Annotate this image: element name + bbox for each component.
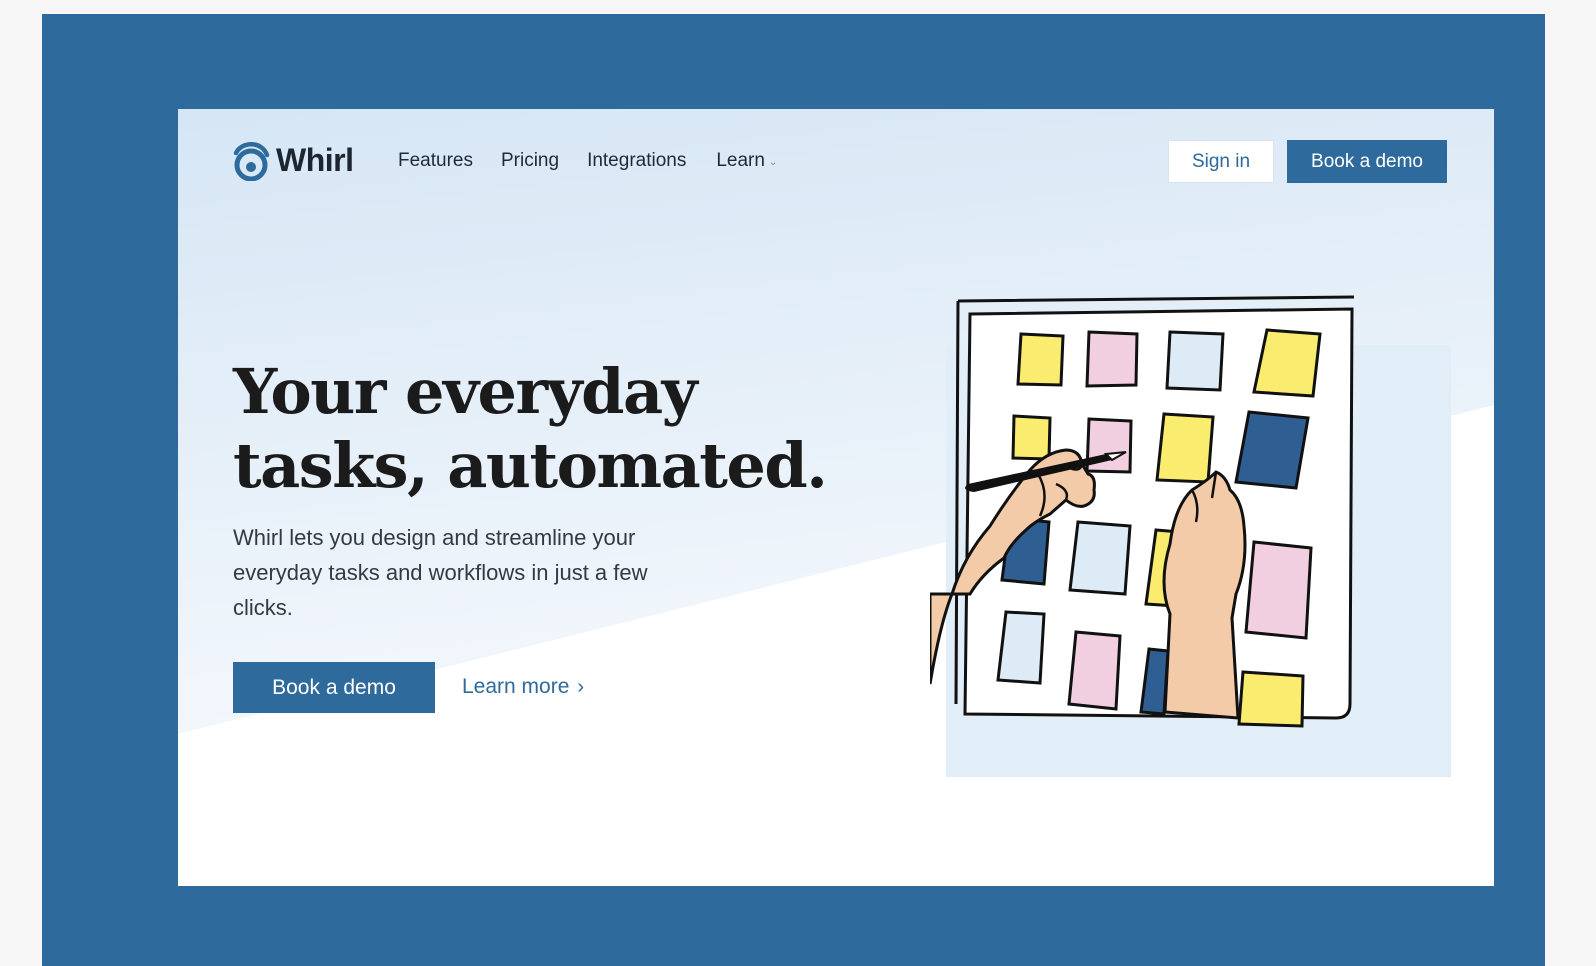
- headline-line-1: Your everyday: [233, 355, 698, 428]
- nav-link-learn[interactable]: Learn ⌄: [716, 150, 777, 172]
- landing-page: Whirl Features Pricing Integrations Lear…: [178, 109, 1494, 886]
- brand-name: Whirl: [276, 141, 354, 178]
- brand-logo[interactable]: Whirl: [232, 139, 354, 181]
- browser-frame: Whirl Features Pricing Integrations Lear…: [42, 14, 1545, 966]
- nav-link-label: Learn: [716, 150, 765, 171]
- nav-link-label: Integrations: [587, 150, 687, 171]
- nav-book-demo-button[interactable]: Book a demo: [1287, 140, 1447, 183]
- nav-links: Features Pricing Integrations Learn ⌄: [398, 150, 805, 172]
- sign-in-button[interactable]: Sign in: [1168, 140, 1274, 183]
- hero-book-demo-button[interactable]: Book a demo: [233, 662, 435, 713]
- learn-more-label: Learn more: [462, 675, 570, 698]
- nav-link-label: Features: [398, 150, 473, 171]
- hero-subtext: Whirl lets you design and streamline you…: [233, 525, 648, 620]
- nav-link-pricing[interactable]: Pricing: [501, 150, 559, 172]
- headline-line-2: tasks, automated.: [233, 429, 828, 502]
- top-nav: Whirl Features Pricing Integrations Lear…: [178, 109, 1494, 219]
- chevron-right-icon: ›: [577, 675, 585, 698]
- sticky-notes-board-illustration: [930, 295, 1355, 728]
- nav-link-features[interactable]: Features: [398, 150, 473, 172]
- learn-more-link[interactable]: Learn more ›: [462, 675, 584, 699]
- hero-headline: Your everyday tasks, automated.: [233, 355, 873, 503]
- chevron-down-icon: ⌄: [768, 157, 778, 168]
- nav-link-label: Pricing: [500, 150, 560, 171]
- whirl-spiral-icon: [233, 142, 270, 181]
- nav-link-integrations[interactable]: Integrations: [587, 150, 686, 172]
